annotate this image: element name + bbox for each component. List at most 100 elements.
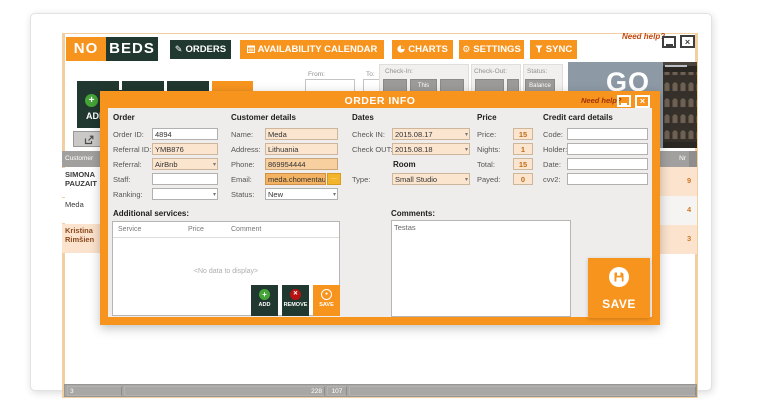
check-in-select[interactable]: 2015.08.17 ▾	[392, 128, 470, 140]
room-type-value: Small Studio	[395, 175, 438, 184]
funnel-icon	[535, 44, 543, 54]
right-table-row[interactable]: 9	[660, 167, 697, 196]
additional-services-label: Additional services:	[113, 209, 190, 218]
bottom-status-bar: 3 228 107	[64, 384, 697, 397]
gear-icon: ⚙	[462, 44, 471, 54]
nav-settings-label: SETTINGS	[473, 44, 521, 55]
status-cell: 228	[124, 386, 325, 396]
cvv2-input[interactable]	[567, 173, 648, 185]
date-input[interactable]	[567, 158, 648, 170]
check-out-select[interactable]: 2015.08.18 ▾	[392, 143, 470, 155]
chevron-down-icon: ▾	[464, 147, 468, 153]
modal-need-help-link[interactable]: Need help?	[581, 96, 621, 105]
status-field-label: Status:	[231, 190, 255, 199]
code-label: Code:	[543, 130, 564, 139]
room-type-select[interactable]: Small Studio ▾	[392, 173, 470, 185]
price-input[interactable]: 15	[513, 128, 533, 140]
minimize-icon	[666, 44, 673, 46]
email-input[interactable]: meda.chomentausk	[265, 173, 326, 185]
section-header-dates: Dates	[352, 113, 374, 122]
status-cell: 107	[327, 386, 347, 396]
modal-minimize-button[interactable]	[617, 95, 631, 107]
name-label: Name:	[231, 130, 254, 139]
nav-orders-button[interactable]: ✎ ORDERS	[170, 40, 231, 59]
nav-sync-button[interactable]: SYNC	[530, 40, 577, 59]
ranking-select[interactable]: ▾	[152, 188, 218, 200]
nav-charts-button[interactable]: CHARTS	[392, 40, 453, 59]
services-save-button[interactable]: ● SAVE	[313, 285, 340, 316]
address-input[interactable]: Lithuania	[265, 143, 338, 155]
services-col-service: Service	[118, 226, 142, 233]
code-input[interactable]	[567, 128, 648, 140]
services-col-price: Price	[188, 226, 204, 233]
services-empty-text: <No data to display>	[193, 268, 259, 275]
date-label: Date:	[543, 160, 561, 169]
services-remove-button[interactable]: ✕ REMOVE	[282, 285, 309, 316]
right-table-row[interactable]: 3	[660, 225, 697, 254]
section-header-room: Room	[393, 160, 416, 169]
need-help-link[interactable]: Need help?	[622, 32, 665, 41]
chevron-down-icon: ▾	[212, 162, 216, 168]
close-icon: ×	[684, 37, 691, 47]
total-input[interactable]: 15	[513, 158, 533, 170]
export-icon	[84, 135, 94, 145]
nav-availability-calendar-button[interactable]: AVAILABILITY CALENDAR	[240, 40, 384, 59]
comments-textarea[interactable]: Testas	[391, 220, 571, 317]
total-label: Total:	[477, 160, 495, 169]
staff-input[interactable]	[152, 173, 218, 185]
services-remove-label: REMOVE	[283, 302, 308, 308]
row-nr: 4	[687, 205, 692, 214]
checkout-label: Check-Out:	[474, 68, 507, 75]
logo-beds: BEDS	[106, 37, 158, 61]
referral-select[interactable]: AirBnb ▾	[152, 158, 218, 170]
nav-availability-label: AVAILABILITY CALENDAR	[257, 44, 378, 55]
section-header-customer: Customer details	[231, 113, 296, 122]
order-id-input[interactable]: 4894	[152, 128, 218, 140]
nights-input[interactable]: 1	[513, 143, 533, 155]
close-icon: ×	[639, 96, 646, 106]
referral-label: Referral:	[113, 160, 142, 169]
referral-id-label: Referral ID:	[113, 145, 152, 154]
status-cell	[349, 386, 696, 396]
section-header-credit: Credit card details	[543, 113, 613, 122]
row-nr: 3	[687, 234, 692, 243]
pie-chart-icon	[397, 44, 405, 54]
logo-no: NO	[66, 37, 106, 61]
to-label: To:	[366, 71, 375, 78]
status-label: Status:	[527, 68, 548, 75]
referral-id-input[interactable]: YMB876	[152, 143, 218, 155]
services-add-button[interactable]: + ADD	[251, 285, 278, 316]
referral-value: AirBnb	[155, 160, 178, 169]
status-cell: 3	[67, 386, 122, 396]
services-save-label: SAVE	[319, 302, 334, 308]
phone-input[interactable]: 869954444	[265, 158, 338, 170]
modal-save-button[interactable]: SAVE	[588, 258, 650, 318]
holder-label: Holder:	[543, 145, 568, 154]
chevron-down-icon: ▾	[464, 132, 468, 138]
close-button[interactable]: ×	[680, 35, 695, 48]
remove-x-icon: ✕	[290, 289, 301, 300]
nav-settings-button[interactable]: ⚙ SETTINGS	[459, 40, 524, 59]
name-input[interactable]: Meda	[265, 128, 338, 140]
customer-column-header: Customer	[62, 151, 100, 167]
nav-sync-label: SYNC	[545, 44, 573, 55]
chevron-down-icon: ▾	[212, 192, 216, 198]
nav-orders-label: ORDERS	[185, 44, 227, 55]
calendar-icon	[246, 44, 255, 54]
status-select[interactable]: New ▾	[265, 188, 338, 200]
right-table-row[interactable]: 4	[660, 196, 697, 225]
check-in-value: 2015.08.17	[395, 130, 433, 139]
payed-label: Payed:	[477, 175, 501, 184]
minimize-icon	[621, 103, 627, 105]
checkin-label: Check-In:	[385, 68, 413, 75]
right-table-header-spacer	[689, 151, 697, 167]
room-type-label: Type:	[352, 175, 371, 184]
modal-close-button[interactable]: ×	[635, 95, 650, 108]
services-header-divider	[113, 237, 339, 238]
email-browse-button[interactable]: ...	[327, 173, 341, 185]
payed-input[interactable]: 0	[513, 173, 533, 185]
holder-input[interactable]	[567, 143, 648, 155]
check-out-value: 2015.08.18	[395, 145, 433, 154]
minimize-button[interactable]	[662, 36, 676, 48]
services-table: Service Price Comment <No data to displa…	[112, 221, 340, 316]
